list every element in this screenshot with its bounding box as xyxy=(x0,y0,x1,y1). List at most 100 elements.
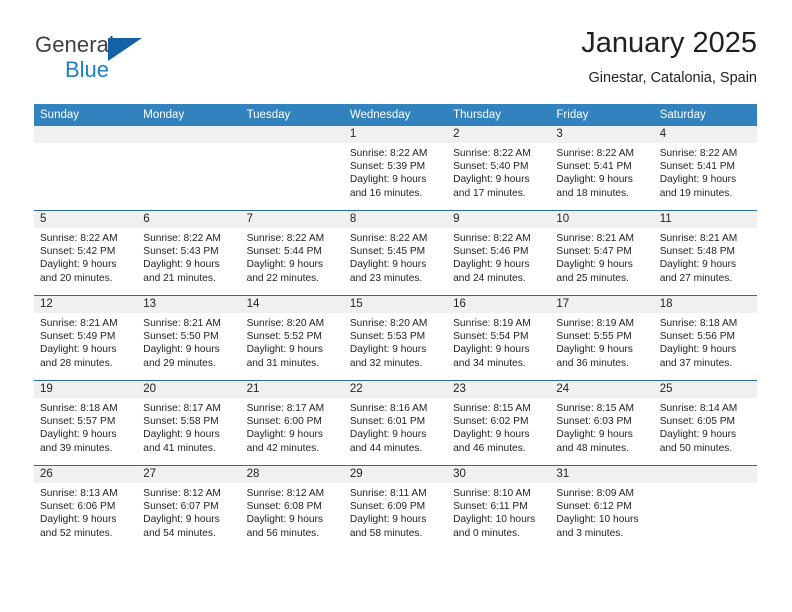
day-detail-daylight-line2: and 18 minutes. xyxy=(556,187,629,199)
calendar-day-cell[interactable]: 21 Sunrise: 8:17 AM Sunset: 6:00 PM Dayligh… xyxy=(240,380,344,466)
calendar-week-row: 12 Sunrise: 8:21 AM Sunset: 5:49 PM Dayligh… xyxy=(34,295,757,381)
calendar-day-cell[interactable]: 16 Sunrise: 8:19 AM Sunset: 5:54 PM Dayligh… xyxy=(447,295,551,381)
calendar-week-row: 19 Sunrise: 8:18 AM Sunset: 5:57 PM Dayligh… xyxy=(34,380,757,466)
calendar-day-cell[interactable]: 18 Sunrise: 8:18 AM Sunset: 5:56 PM Dayligh… xyxy=(653,295,757,381)
day-detail-daylight-line2: and 41 minutes. xyxy=(143,442,216,454)
calendar-day-cell[interactable]: 28 Sunrise: 8:12 AM Sunset: 6:08 PM Dayligh… xyxy=(240,465,344,550)
day-detail-sunrise: Sunrise: 8:11 AM xyxy=(349,488,427,499)
day-cell-inner: 2 Sunrise: 8:22 AM Sunset: 5:40 PM Daylight… xyxy=(447,126,551,210)
day-detail-sunrise: Sunrise: 8:18 AM xyxy=(659,318,738,329)
day-number: 26 xyxy=(34,466,138,483)
calendar-day-cell[interactable]: 17 Sunrise: 8:19 AM Sunset: 5:55 PM Dayligh… xyxy=(550,295,654,381)
day-details: Sunrise: 8:21 AM Sunset: 5:50 PM Daylight:… xyxy=(137,313,240,370)
day-details: Sunrise: 8:21 AM Sunset: 5:48 PM Daylight:… xyxy=(654,228,757,285)
weekday-header-tuesday: Tuesday xyxy=(240,104,344,126)
day-detail-sunset: Sunset: 5:41 PM xyxy=(556,161,632,173)
day-number: 15 xyxy=(343,296,448,313)
day-detail-sunrise: Sunrise: 8:21 AM xyxy=(143,318,221,329)
calendar-day-cell[interactable]: 22 Sunrise: 8:16 AM Sunset: 6:01 PM Dayligh… xyxy=(343,380,448,466)
day-detail-daylight-line2: and 42 minutes. xyxy=(246,442,320,454)
calendar-day-cell[interactable]: 26 Sunrise: 8:13 AM Sunset: 6:06 PM Dayligh… xyxy=(34,465,138,550)
day-detail-daylight-line1: Daylight: 9 hours xyxy=(349,174,427,186)
day-number: 25 xyxy=(653,381,757,398)
day-number: 11 xyxy=(653,211,757,228)
day-detail-sunset: Sunset: 5:53 PM xyxy=(349,331,426,343)
calendar-day-cell[interactable]: 4 Sunrise: 8:22 AM Sunset: 5:41 PM Daylight… xyxy=(653,126,757,211)
day-number: 9 xyxy=(447,211,551,228)
day-detail-sunset: Sunset: 5:42 PM xyxy=(40,246,116,258)
calendar-day-cell[interactable]: 13 Sunrise: 8:21 AM Sunset: 5:50 PM Dayligh… xyxy=(137,295,241,381)
calendar-day-cell[interactable]: 10 Sunrise: 8:21 AM Sunset: 5:47 PM Dayligh… xyxy=(550,210,654,296)
calendar-day-cell[interactable]: 11 Sunrise: 8:21 AM Sunset: 5:48 PM Dayligh… xyxy=(653,210,757,296)
calendar-day-cell[interactable]: 8 Sunrise: 8:22 AM Sunset: 5:45 PM Daylight… xyxy=(343,210,448,296)
day-number: 8 xyxy=(343,211,448,228)
day-cell-inner xyxy=(653,466,757,550)
calendar-day-cell[interactable]: 27 Sunrise: 8:12 AM Sunset: 6:07 PM Dayligh… xyxy=(137,465,241,550)
day-details: Sunrise: 8:22 AM Sunset: 5:45 PM Daylight:… xyxy=(344,228,447,285)
calendar-day-cell[interactable]: 30 Sunrise: 8:10 AM Sunset: 6:11 PM Dayligh… xyxy=(447,465,551,550)
weekday-header-row: Sunday Monday Tuesday Wednesday Thursday… xyxy=(34,104,757,126)
calendar-day-cell[interactable]: 25 Sunrise: 8:14 AM Sunset: 6:05 PM Dayligh… xyxy=(653,380,757,466)
day-cell-inner: 20 Sunrise: 8:17 AM Sunset: 5:58 PM Dayligh… xyxy=(137,381,241,465)
calendar-day-cell-empty xyxy=(653,465,757,550)
calendar-day-cell[interactable]: 7 Sunrise: 8:22 AM Sunset: 5:44 PM Daylight… xyxy=(240,210,344,296)
calendar-day-cell[interactable]: 15 Sunrise: 8:20 AM Sunset: 5:53 PM Dayligh… xyxy=(343,295,448,381)
day-details: Sunrise: 8:21 AM Sunset: 5:49 PM Daylight:… xyxy=(34,313,137,370)
day-detail-sunset: Sunset: 5:56 PM xyxy=(659,331,736,343)
page-header: General Blue January 2025 Ginestar, Cata… xyxy=(35,27,757,98)
day-detail-daylight-line1: Daylight: 9 hours xyxy=(556,344,633,356)
day-detail-sunset: Sunset: 5:45 PM xyxy=(349,246,426,258)
calendar-day-cell[interactable]: 19 Sunrise: 8:18 AM Sunset: 5:57 PM Dayligh… xyxy=(34,380,138,466)
calendar-day-cell[interactable]: 1 Sunrise: 8:22 AM Sunset: 5:39 PM Daylight… xyxy=(343,126,448,211)
day-detail-sunset: Sunset: 5:58 PM xyxy=(143,416,219,428)
calendar-day-cell[interactable]: 31 Sunrise: 8:09 AM Sunset: 6:12 PM Dayligh… xyxy=(550,465,654,550)
day-detail-daylight-line1: Daylight: 10 hours xyxy=(556,514,639,526)
day-detail-daylight-line1: Daylight: 9 hours xyxy=(556,429,633,441)
day-details: Sunrise: 8:15 AM Sunset: 6:03 PM Daylight:… xyxy=(550,398,653,455)
day-number: 30 xyxy=(447,466,551,483)
day-detail-sunrise: Sunrise: 8:22 AM xyxy=(453,148,531,159)
day-number xyxy=(240,126,344,143)
day-number: 4 xyxy=(653,126,757,143)
calendar-day-cell[interactable]: 29 Sunrise: 8:11 AM Sunset: 6:09 PM Dayligh… xyxy=(343,465,448,550)
day-cell-inner: 27 Sunrise: 8:12 AM Sunset: 6:07 PM Dayligh… xyxy=(137,466,241,550)
calendar-day-cell[interactable]: 23 Sunrise: 8:15 AM Sunset: 6:02 PM Dayligh… xyxy=(447,380,551,466)
brand-logo: General Blue xyxy=(35,34,275,90)
calendar-day-cell[interactable]: 20 Sunrise: 8:17 AM Sunset: 5:58 PM Dayligh… xyxy=(137,380,241,466)
day-detail-daylight-line2: and 3 minutes. xyxy=(556,527,624,539)
day-cell-inner: 17 Sunrise: 8:19 AM Sunset: 5:55 PM Dayligh… xyxy=(550,296,654,380)
calendar-day-cell[interactable]: 5 Sunrise: 8:22 AM Sunset: 5:42 PM Daylight… xyxy=(34,210,138,296)
day-detail-daylight-line2: and 23 minutes. xyxy=(349,272,423,284)
day-detail-daylight-line1: Daylight: 9 hours xyxy=(143,259,220,271)
day-details: Sunrise: 8:20 AM Sunset: 5:53 PM Daylight:… xyxy=(344,313,447,370)
day-number: 1 xyxy=(343,126,448,143)
calendar-day-cell[interactable]: 3 Sunrise: 8:22 AM Sunset: 5:41 PM Daylight… xyxy=(550,126,654,211)
day-detail-daylight-line2: and 39 minutes. xyxy=(40,442,113,454)
calendar-day-cell[interactable]: 12 Sunrise: 8:21 AM Sunset: 5:49 PM Dayligh… xyxy=(34,295,138,381)
day-detail-daylight-line2: and 16 minutes. xyxy=(349,187,423,199)
day-cell-inner: 24 Sunrise: 8:15 AM Sunset: 6:03 PM Dayligh… xyxy=(550,381,654,465)
day-detail-daylight-line1: Daylight: 9 hours xyxy=(349,429,427,441)
day-detail-sunrise: Sunrise: 8:22 AM xyxy=(349,233,428,244)
calendar-head: Sunday Monday Tuesday Wednesday Thursday… xyxy=(34,104,757,126)
day-details: Sunrise: 8:22 AM Sunset: 5:41 PM Daylight:… xyxy=(550,143,653,200)
day-detail-sunrise: Sunrise: 8:22 AM xyxy=(453,233,531,244)
calendar-day-cell[interactable]: 24 Sunrise: 8:15 AM Sunset: 6:03 PM Dayligh… xyxy=(550,380,654,466)
day-detail-daylight-line2: and 20 minutes. xyxy=(40,272,113,284)
day-detail-daylight-line2: and 36 minutes. xyxy=(556,357,629,369)
day-cell-inner xyxy=(240,126,344,210)
calendar-day-cell[interactable]: 9 Sunrise: 8:22 AM Sunset: 5:46 PM Daylight… xyxy=(447,210,551,296)
day-details: Sunrise: 8:12 AM Sunset: 6:07 PM Daylight:… xyxy=(137,483,240,540)
day-cell-inner: 6 Sunrise: 8:22 AM Sunset: 5:43 PM Daylight… xyxy=(137,211,241,295)
day-detail-sunrise: Sunrise: 8:18 AM xyxy=(40,403,118,414)
calendar-day-cell[interactable]: 6 Sunrise: 8:22 AM Sunset: 5:43 PM Daylight… xyxy=(137,210,241,296)
day-detail-daylight-line2: and 46 minutes. xyxy=(453,442,526,454)
day-cell-inner: 15 Sunrise: 8:20 AM Sunset: 5:53 PM Dayligh… xyxy=(343,296,448,380)
day-detail-daylight-line2: and 52 minutes. xyxy=(40,527,113,539)
calendar-day-cell[interactable]: 2 Sunrise: 8:22 AM Sunset: 5:40 PM Daylight… xyxy=(447,126,551,211)
day-number: 16 xyxy=(447,296,551,313)
day-detail-daylight-line2: and 25 minutes. xyxy=(556,272,629,284)
calendar-day-cell[interactable]: 14 Sunrise: 8:20 AM Sunset: 5:52 PM Dayligh… xyxy=(240,295,344,381)
title-block: January 2025 Ginestar, Catalonia, Spain xyxy=(581,27,757,86)
day-detail-sunset: Sunset: 6:09 PM xyxy=(349,501,426,513)
